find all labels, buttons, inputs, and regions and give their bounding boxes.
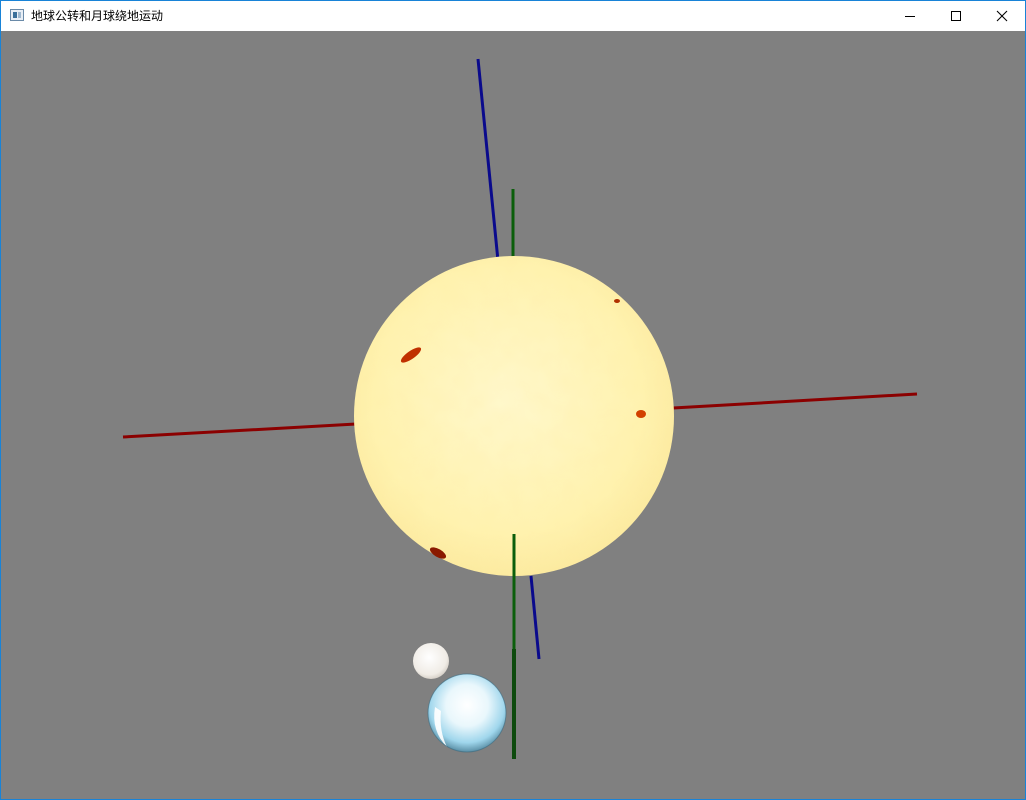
app-window: 地球公转和月球绕地运动 [0,0,1026,800]
close-button[interactable] [979,1,1025,31]
minimize-button[interactable] [887,1,933,31]
sunspot [614,299,620,303]
maximize-icon [951,11,961,21]
gl-viewport[interactable] [1,31,1025,799]
x-axis-line-right [672,392,918,410]
sunspot [636,410,646,418]
sun-sphere [354,256,674,576]
earth-sphere [427,673,507,753]
minimize-icon [905,16,915,17]
window-title: 地球公转和月球绕地运动 [31,9,164,23]
title-bar[interactable]: 地球公转和月球绕地运动 [1,1,1025,31]
z-axis-line-upper [476,58,503,292]
x-axis-line-left [122,422,357,439]
z-axis-line-lower [529,575,541,660]
maximize-button[interactable] [933,1,979,31]
app-window-icon [10,9,24,21]
scene-canvas [122,58,918,759]
moon-sphere [413,643,449,679]
close-icon [996,10,1008,22]
